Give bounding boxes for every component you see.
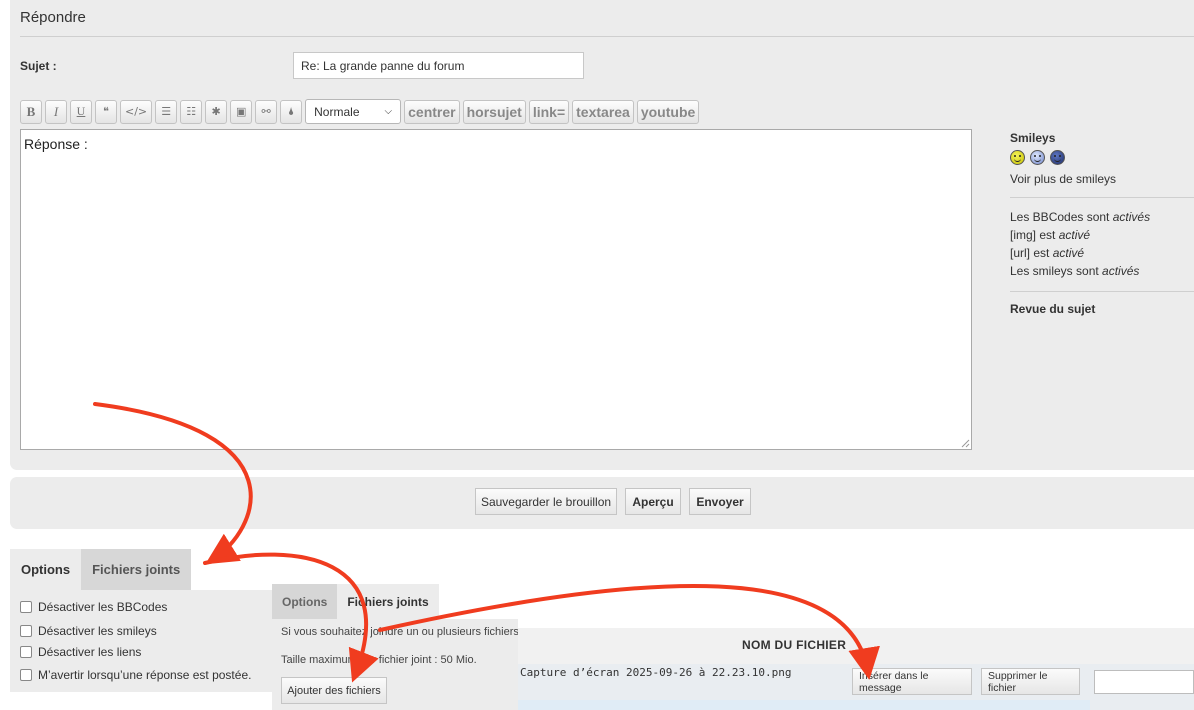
file-table-header <box>518 628 1194 664</box>
bbcode-status: Les BBCodes sont activés <box>1010 210 1151 224</box>
option-disable-smileys[interactable]: Désactiver les smileys <box>20 624 157 638</box>
sidebar-divider <box>1010 291 1194 292</box>
tab-options[interactable]: Options <box>272 584 338 619</box>
preview-button[interactable]: Aperçu <box>625 488 681 515</box>
file-name: Capture d’écran 2025-09-26 à 22.23.10.pn… <box>520 666 792 679</box>
list-item-icon[interactable]: ✱ <box>205 99 228 124</box>
ordered-list-icon[interactable]: ☷ <box>180 99 203 124</box>
bold-button[interactable]: B <box>20 99 42 124</box>
centrer-button[interactable]: centrer <box>404 99 460 124</box>
subject-input[interactable] <box>293 52 584 79</box>
chevron-down-icon: ⌵ <box>384 106 393 117</box>
horsujet-button[interactable]: horsujet <box>462 99 526 124</box>
font-size-select[interactable]: Normale ⌵ <box>305 99 402 124</box>
options-tabs: Options Fichiers joints <box>10 549 192 590</box>
tab-attachments[interactable]: Fichiers joints <box>337 584 439 619</box>
page-title: Répondre <box>20 9 86 26</box>
attachments-tabs: Options Fichiers joints <box>272 584 439 619</box>
option-disable-links[interactable]: Désactiver les liens <box>20 645 141 659</box>
youtube-button[interactable]: youtube <box>636 99 700 124</box>
checkbox[interactable] <box>20 625 32 637</box>
list-icon[interactable]: ☰ <box>155 99 178 124</box>
options-panel: Désactiver les BBCodes Désactiver les sm… <box>10 590 272 692</box>
smiley-list <box>1010 150 1194 165</box>
quote-icon[interactable]: ❝ <box>95 99 117 124</box>
send-button[interactable]: Envoyer <box>689 488 751 515</box>
bbcode-toolbar: B I U ❝ </> ☰ ☷ ✱ ▣ ⚯ 🌢 Normale ⌵ centre… <box>20 99 700 124</box>
smiley-happy-icon[interactable] <box>1010 150 1025 165</box>
smiley-sad-icon[interactable] <box>1050 150 1065 165</box>
title-divider <box>20 36 1194 37</box>
link-equals-button[interactable]: link= <box>528 99 570 124</box>
attachments-panel: Si vous souhaitez joindre un ou plusieur… <box>272 619 522 710</box>
save-draft-button[interactable]: Sauvegarder le brouillon <box>475 488 617 515</box>
url-status: [url] est activé <box>1010 246 1085 260</box>
subject-label: Sujet : <box>20 59 57 73</box>
tab-options[interactable]: Options <box>10 549 82 590</box>
textarea-button[interactable]: textarea <box>572 99 634 124</box>
italic-button[interactable]: I <box>45 99 67 124</box>
insert-in-message-button[interactable]: Insérer dans le message <box>852 668 972 695</box>
message-editor[interactable]: Réponse : <box>20 129 972 450</box>
underline-button[interactable]: U <box>70 99 92 124</box>
code-icon[interactable]: </> <box>120 99 153 124</box>
editor-sidebar: Smileys Voir plus de smileys Les BBCodes… <box>1010 131 1194 316</box>
color-drop-icon[interactable]: 🌢 <box>280 99 303 124</box>
delete-file-button[interactable]: Supprimer le fichier <box>981 668 1080 695</box>
link-icon[interactable]: ⚯ <box>255 99 278 124</box>
img-status: [img] est activé <box>1010 228 1091 242</box>
checkbox[interactable] <box>20 669 32 681</box>
file-comment-input[interactable] <box>1094 670 1194 694</box>
topic-review-title[interactable]: Revue du sujet <box>1010 302 1194 316</box>
resize-grip-icon[interactable] <box>961 439 970 448</box>
smiley-cool-icon[interactable] <box>1030 150 1045 165</box>
option-notify[interactable]: M’avertir lorsqu’une réponse est postée. <box>20 668 251 682</box>
file-name-column: NOM DU FICHIER <box>742 638 847 652</box>
tab-attachments[interactable]: Fichiers joints <box>81 549 192 590</box>
attachments-intro: Si vous souhaitez joindre un ou plusieur… <box>281 626 522 638</box>
checkbox[interactable] <box>20 646 32 658</box>
add-files-button[interactable]: Ajouter des fichiers <box>281 677 387 704</box>
font-size-value: Normale <box>314 104 360 119</box>
more-smileys-link[interactable]: Voir plus de smileys <box>1010 172 1194 186</box>
image-icon[interactable]: ▣ <box>230 99 253 124</box>
row-highlight <box>518 700 1090 710</box>
checkbox[interactable] <box>20 601 32 613</box>
option-disable-bbcode[interactable]: Désactiver les BBCodes <box>20 600 167 614</box>
smileys-title: Smileys <box>1010 131 1056 145</box>
sidebar-divider <box>1010 197 1194 198</box>
smileys-status: Les smileys sont activés <box>1010 264 1140 278</box>
max-size-text: Taille maximum par fichier joint : 50 Mi… <box>281 654 477 666</box>
